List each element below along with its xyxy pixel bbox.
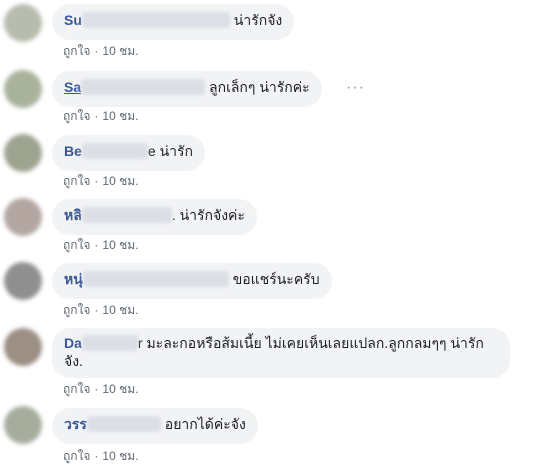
comment-text: น่ารักจัง <box>233 12 283 28</box>
redacted-name <box>81 335 138 351</box>
commenter-name[interactable]: Su <box>64 12 82 28</box>
separator: · <box>94 174 99 188</box>
comment-actions: ถูกใจ · 10 ชม. <box>63 42 139 61</box>
comment-text: e น่ารัก <box>147 143 194 159</box>
comment-actions: ถูกใจ · 10 ชม. <box>63 236 139 255</box>
comment-time[interactable]: 10 ชม. <box>102 44 138 58</box>
redacted-name <box>81 12 230 28</box>
comment-bubble: Sa ลูกเล็กๆ น่ารักค่ะ <box>52 71 322 107</box>
comment-bubble: หนุ่ ขอแชร์นะครับ <box>52 263 332 299</box>
comment-bubble: Be e น่ารัก <box>52 135 206 171</box>
comment-bubble: วรร อยากได้ค่ะจัง <box>52 408 258 444</box>
commenter-avatar[interactable] <box>4 134 42 172</box>
redacted-name <box>82 271 229 287</box>
separator: · <box>94 44 99 58</box>
commenter-avatar[interactable] <box>4 70 42 108</box>
comment-text: ขอแชร์นะครับ <box>232 271 320 287</box>
commenter-name[interactable]: วรร <box>64 416 87 432</box>
commenter-name[interactable]: หนุ่ <box>64 271 83 287</box>
like-link[interactable]: ถูกใจ <box>63 109 90 123</box>
comment-text: ลูกเล็กๆ น่ารักค่ะ <box>209 79 310 95</box>
commenter-name[interactable]: Sa <box>64 79 81 95</box>
separator: · <box>94 109 99 123</box>
redacted-name <box>86 416 161 432</box>
commenter-name[interactable]: Be <box>64 143 82 159</box>
separator: · <box>94 449 99 463</box>
comment-bubble: Su น่ารักจัง <box>52 4 295 40</box>
like-link[interactable]: ถูกใจ <box>63 382 90 396</box>
commenter-name[interactable]: Da <box>64 335 82 351</box>
comment-time[interactable]: 10 ชม. <box>102 174 138 188</box>
comment-actions: ถูกใจ · 10 ชม. <box>63 447 139 466</box>
comment-actions: ถูกใจ · 10 ชม. <box>63 380 139 399</box>
comment-text: . น่ารักจังค่ะ <box>171 207 245 223</box>
commenter-avatar[interactable] <box>4 406 42 444</box>
comment-time[interactable]: 10 ชม. <box>102 109 138 123</box>
comment-time[interactable]: 10 ชม. <box>102 449 138 463</box>
commenter-name[interactable]: หลิ <box>64 207 82 223</box>
separator: · <box>94 382 99 396</box>
comment-bubble: หลิ . น่ารักจังค่ะ <box>52 199 257 235</box>
separator: · <box>94 238 99 252</box>
comment-time[interactable]: 10 ชม. <box>102 303 138 317</box>
commenter-avatar[interactable] <box>4 198 42 236</box>
like-link[interactable]: ถูกใจ <box>63 449 90 463</box>
redacted-name <box>81 143 148 159</box>
like-link[interactable]: ถูกใจ <box>63 44 90 58</box>
comment-actions: ถูกใจ · 10 ชม. <box>63 107 139 126</box>
comment-bubble: Da r มะละกอหรือส้มเนี้ย ไม่เคยเห็นเลยแปลก… <box>52 328 510 378</box>
separator: · <box>94 303 99 317</box>
like-link[interactable]: ถูกใจ <box>63 303 90 317</box>
redacted-name <box>81 79 206 95</box>
commenter-avatar[interactable] <box>4 4 42 42</box>
comment-text: อยากได้ค่ะจัง <box>164 416 246 432</box>
comment-time[interactable]: 10 ชม. <box>102 382 138 396</box>
comment-actions: ถูกใจ · 10 ชม. <box>63 301 139 320</box>
like-link[interactable]: ถูกใจ <box>63 174 90 188</box>
redacted-name <box>81 207 172 223</box>
like-link[interactable]: ถูกใจ <box>63 238 90 252</box>
comments-panel: Su น่ารักจัง ถูกใจ · 10 ชม. Sa ลูกเล็กๆ น่… <box>0 0 550 466</box>
comment-time[interactable]: 10 ชม. <box>102 238 138 252</box>
more-options-icon[interactable]: ··· <box>346 79 365 97</box>
comment-actions: ถูกใจ · 10 ชม. <box>63 172 139 191</box>
commenter-avatar[interactable] <box>4 262 42 300</box>
commenter-avatar[interactable] <box>4 328 42 366</box>
